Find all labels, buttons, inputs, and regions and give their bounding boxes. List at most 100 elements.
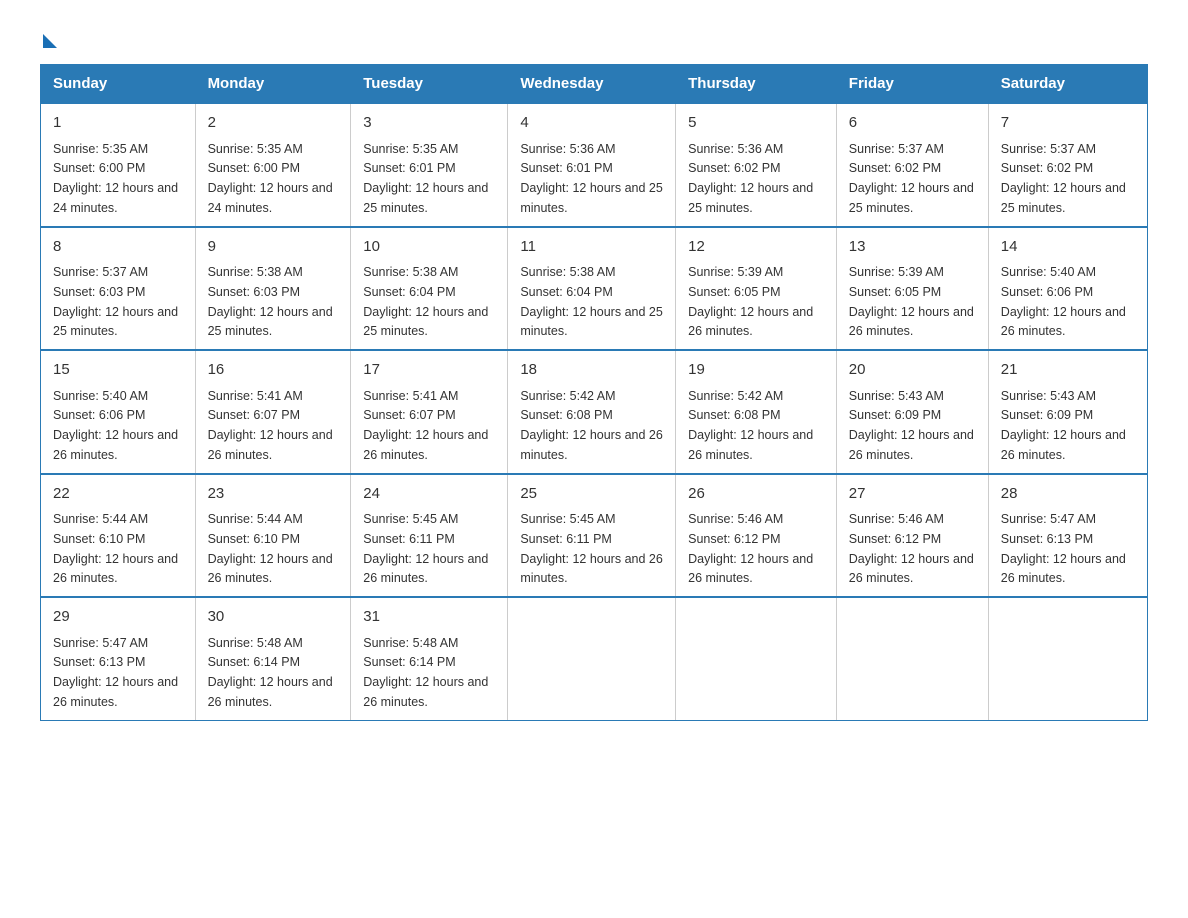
calendar-cell: 28 Sunrise: 5:47 AMSunset: 6:13 PMDayligh… [988,474,1147,598]
day-info: Sunrise: 5:35 AMSunset: 6:01 PMDaylight:… [363,142,488,215]
day-number: 13 [849,236,976,259]
day-info: Sunrise: 5:39 AMSunset: 6:05 PMDaylight:… [688,265,813,338]
calendar-cell: 31Sunrise: 5:48 AMSunset: 6:14 PMDayligh… [351,597,508,720]
calendar-cell [508,597,676,720]
calendar-cell: 25 Sunrise: 5:45 AMSunset: 6:11 PMDayligh… [508,474,676,598]
day-info: Sunrise: 5:47 AMSunset: 6:13 PMDaylight:… [53,636,178,709]
day-info: Sunrise: 5:44 AMSunset: 6:10 PMDaylight:… [208,512,333,585]
logo-triangle-icon [43,34,57,48]
day-info: Sunrise: 5:43 AMSunset: 6:09 PMDaylight:… [1001,389,1126,462]
day-info: Sunrise: 5:44 AMSunset: 6:10 PMDaylight:… [53,512,178,585]
calendar-cell: 18 Sunrise: 5:42 AMSunset: 6:08 PMDayligh… [508,350,676,474]
day-info: Sunrise: 5:37 AMSunset: 6:03 PMDaylight:… [53,265,178,338]
day-info: Sunrise: 5:46 AMSunset: 6:12 PMDaylight:… [849,512,974,585]
calendar-cell: 19 Sunrise: 5:42 AMSunset: 6:08 PMDayligh… [676,350,837,474]
column-header-wednesday: Wednesday [508,65,676,104]
calendar-cell: 9Sunrise: 5:38 AMSunset: 6:03 PMDaylight… [195,227,351,351]
calendar-cell: 6 Sunrise: 5:37 AMSunset: 6:02 PMDaylight… [836,103,988,227]
day-number: 26 [688,483,824,506]
calendar-cell: 17Sunrise: 5:41 AMSunset: 6:07 PMDayligh… [351,350,508,474]
day-number: 12 [688,236,824,259]
calendar-cell: 2 Sunrise: 5:35 AMSunset: 6:00 PMDaylight… [195,103,351,227]
column-header-friday: Friday [836,65,988,104]
day-number: 27 [849,483,976,506]
day-info: Sunrise: 5:35 AMSunset: 6:00 PMDaylight:… [53,142,178,215]
calendar-cell: 14Sunrise: 5:40 AMSunset: 6:06 PMDayligh… [988,227,1147,351]
day-info: Sunrise: 5:47 AMSunset: 6:13 PMDaylight:… [1001,512,1126,585]
day-number: 22 [53,483,183,506]
calendar-table: SundayMondayTuesdayWednesdayThursdayFrid… [40,64,1148,721]
day-info: Sunrise: 5:41 AMSunset: 6:07 PMDaylight:… [363,389,488,462]
calendar-cell: 30 Sunrise: 5:48 AMSunset: 6:14 PMDayligh… [195,597,351,720]
column-header-saturday: Saturday [988,65,1147,104]
day-number: 4 [520,112,663,135]
day-number: 1 [53,112,183,135]
day-number: 10 [363,236,495,259]
day-info: Sunrise: 5:46 AMSunset: 6:12 PMDaylight:… [688,512,813,585]
day-info: Sunrise: 5:48 AMSunset: 6:14 PMDaylight:… [208,636,333,709]
calendar-week-row: 1 Sunrise: 5:35 AMSunset: 6:00 PMDaylight… [41,103,1148,227]
calendar-cell: 15 Sunrise: 5:40 AMSunset: 6:06 PMDayligh… [41,350,196,474]
calendar-week-row: 8 Sunrise: 5:37 AMSunset: 6:03 PMDaylight… [41,227,1148,351]
day-number: 16 [208,359,339,382]
day-info: Sunrise: 5:37 AMSunset: 6:02 PMDaylight:… [849,142,974,215]
page-header [40,30,1148,44]
calendar-cell: 26 Sunrise: 5:46 AMSunset: 6:12 PMDayligh… [676,474,837,598]
day-info: Sunrise: 5:42 AMSunset: 6:08 PMDaylight:… [520,389,662,462]
logo [40,30,57,44]
calendar-cell: 8 Sunrise: 5:37 AMSunset: 6:03 PMDaylight… [41,227,196,351]
calendar-cell [836,597,988,720]
calendar-cell: 13 Sunrise: 5:39 AMSunset: 6:05 PMDayligh… [836,227,988,351]
calendar-cell: 16 Sunrise: 5:41 AMSunset: 6:07 PMDayligh… [195,350,351,474]
day-info: Sunrise: 5:42 AMSunset: 6:08 PMDaylight:… [688,389,813,462]
day-info: Sunrise: 5:45 AMSunset: 6:11 PMDaylight:… [363,512,488,585]
calendar-cell: 22 Sunrise: 5:44 AMSunset: 6:10 PMDayligh… [41,474,196,598]
day-number: 11 [520,236,663,259]
calendar-cell: 21Sunrise: 5:43 AMSunset: 6:09 PMDayligh… [988,350,1147,474]
day-info: Sunrise: 5:40 AMSunset: 6:06 PMDaylight:… [53,389,178,462]
day-number: 2 [208,112,339,135]
calendar-cell: 29 Sunrise: 5:47 AMSunset: 6:13 PMDayligh… [41,597,196,720]
calendar-week-row: 29 Sunrise: 5:47 AMSunset: 6:13 PMDayligh… [41,597,1148,720]
calendar-week-row: 22 Sunrise: 5:44 AMSunset: 6:10 PMDayligh… [41,474,1148,598]
day-number: 25 [520,483,663,506]
calendar-cell: 1 Sunrise: 5:35 AMSunset: 6:00 PMDaylight… [41,103,196,227]
calendar-cell: 24 Sunrise: 5:45 AMSunset: 6:11 PMDayligh… [351,474,508,598]
day-info: Sunrise: 5:43 AMSunset: 6:09 PMDaylight:… [849,389,974,462]
day-number: 6 [849,112,976,135]
day-info: Sunrise: 5:45 AMSunset: 6:11 PMDaylight:… [520,512,662,585]
day-info: Sunrise: 5:35 AMSunset: 6:00 PMDaylight:… [208,142,333,215]
day-info: Sunrise: 5:40 AMSunset: 6:06 PMDaylight:… [1001,265,1126,338]
day-number: 28 [1001,483,1135,506]
day-number: 24 [363,483,495,506]
day-info: Sunrise: 5:41 AMSunset: 6:07 PMDaylight:… [208,389,333,462]
column-header-tuesday: Tuesday [351,65,508,104]
day-info: Sunrise: 5:39 AMSunset: 6:05 PMDaylight:… [849,265,974,338]
calendar-cell: 7 Sunrise: 5:37 AMSunset: 6:02 PMDaylight… [988,103,1147,227]
calendar-header: SundayMondayTuesdayWednesdayThursdayFrid… [41,65,1148,104]
column-header-thursday: Thursday [676,65,837,104]
day-info: Sunrise: 5:38 AMSunset: 6:04 PMDaylight:… [363,265,488,338]
day-number: 3 [363,112,495,135]
calendar-cell [988,597,1147,720]
day-info: Sunrise: 5:36 AMSunset: 6:01 PMDaylight:… [520,142,662,215]
day-number: 7 [1001,112,1135,135]
day-info: Sunrise: 5:36 AMSunset: 6:02 PMDaylight:… [688,142,813,215]
column-header-monday: Monday [195,65,351,104]
column-header-sunday: Sunday [41,65,196,104]
day-info: Sunrise: 5:37 AMSunset: 6:02 PMDaylight:… [1001,142,1126,215]
day-number: 31 [363,606,495,629]
calendar-cell: 20 Sunrise: 5:43 AMSunset: 6:09 PMDayligh… [836,350,988,474]
day-number: 18 [520,359,663,382]
day-number: 19 [688,359,824,382]
calendar-body: 1 Sunrise: 5:35 AMSunset: 6:00 PMDaylight… [41,103,1148,720]
day-number: 8 [53,236,183,259]
calendar-cell: 23Sunrise: 5:44 AMSunset: 6:10 PMDayligh… [195,474,351,598]
day-number: 29 [53,606,183,629]
day-number: 15 [53,359,183,382]
calendar-cell: 5Sunrise: 5:36 AMSunset: 6:02 PMDaylight… [676,103,837,227]
day-number: 20 [849,359,976,382]
day-info: Sunrise: 5:38 AMSunset: 6:04 PMDaylight:… [520,265,662,338]
calendar-cell: 3 Sunrise: 5:35 AMSunset: 6:01 PMDaylight… [351,103,508,227]
day-number: 30 [208,606,339,629]
